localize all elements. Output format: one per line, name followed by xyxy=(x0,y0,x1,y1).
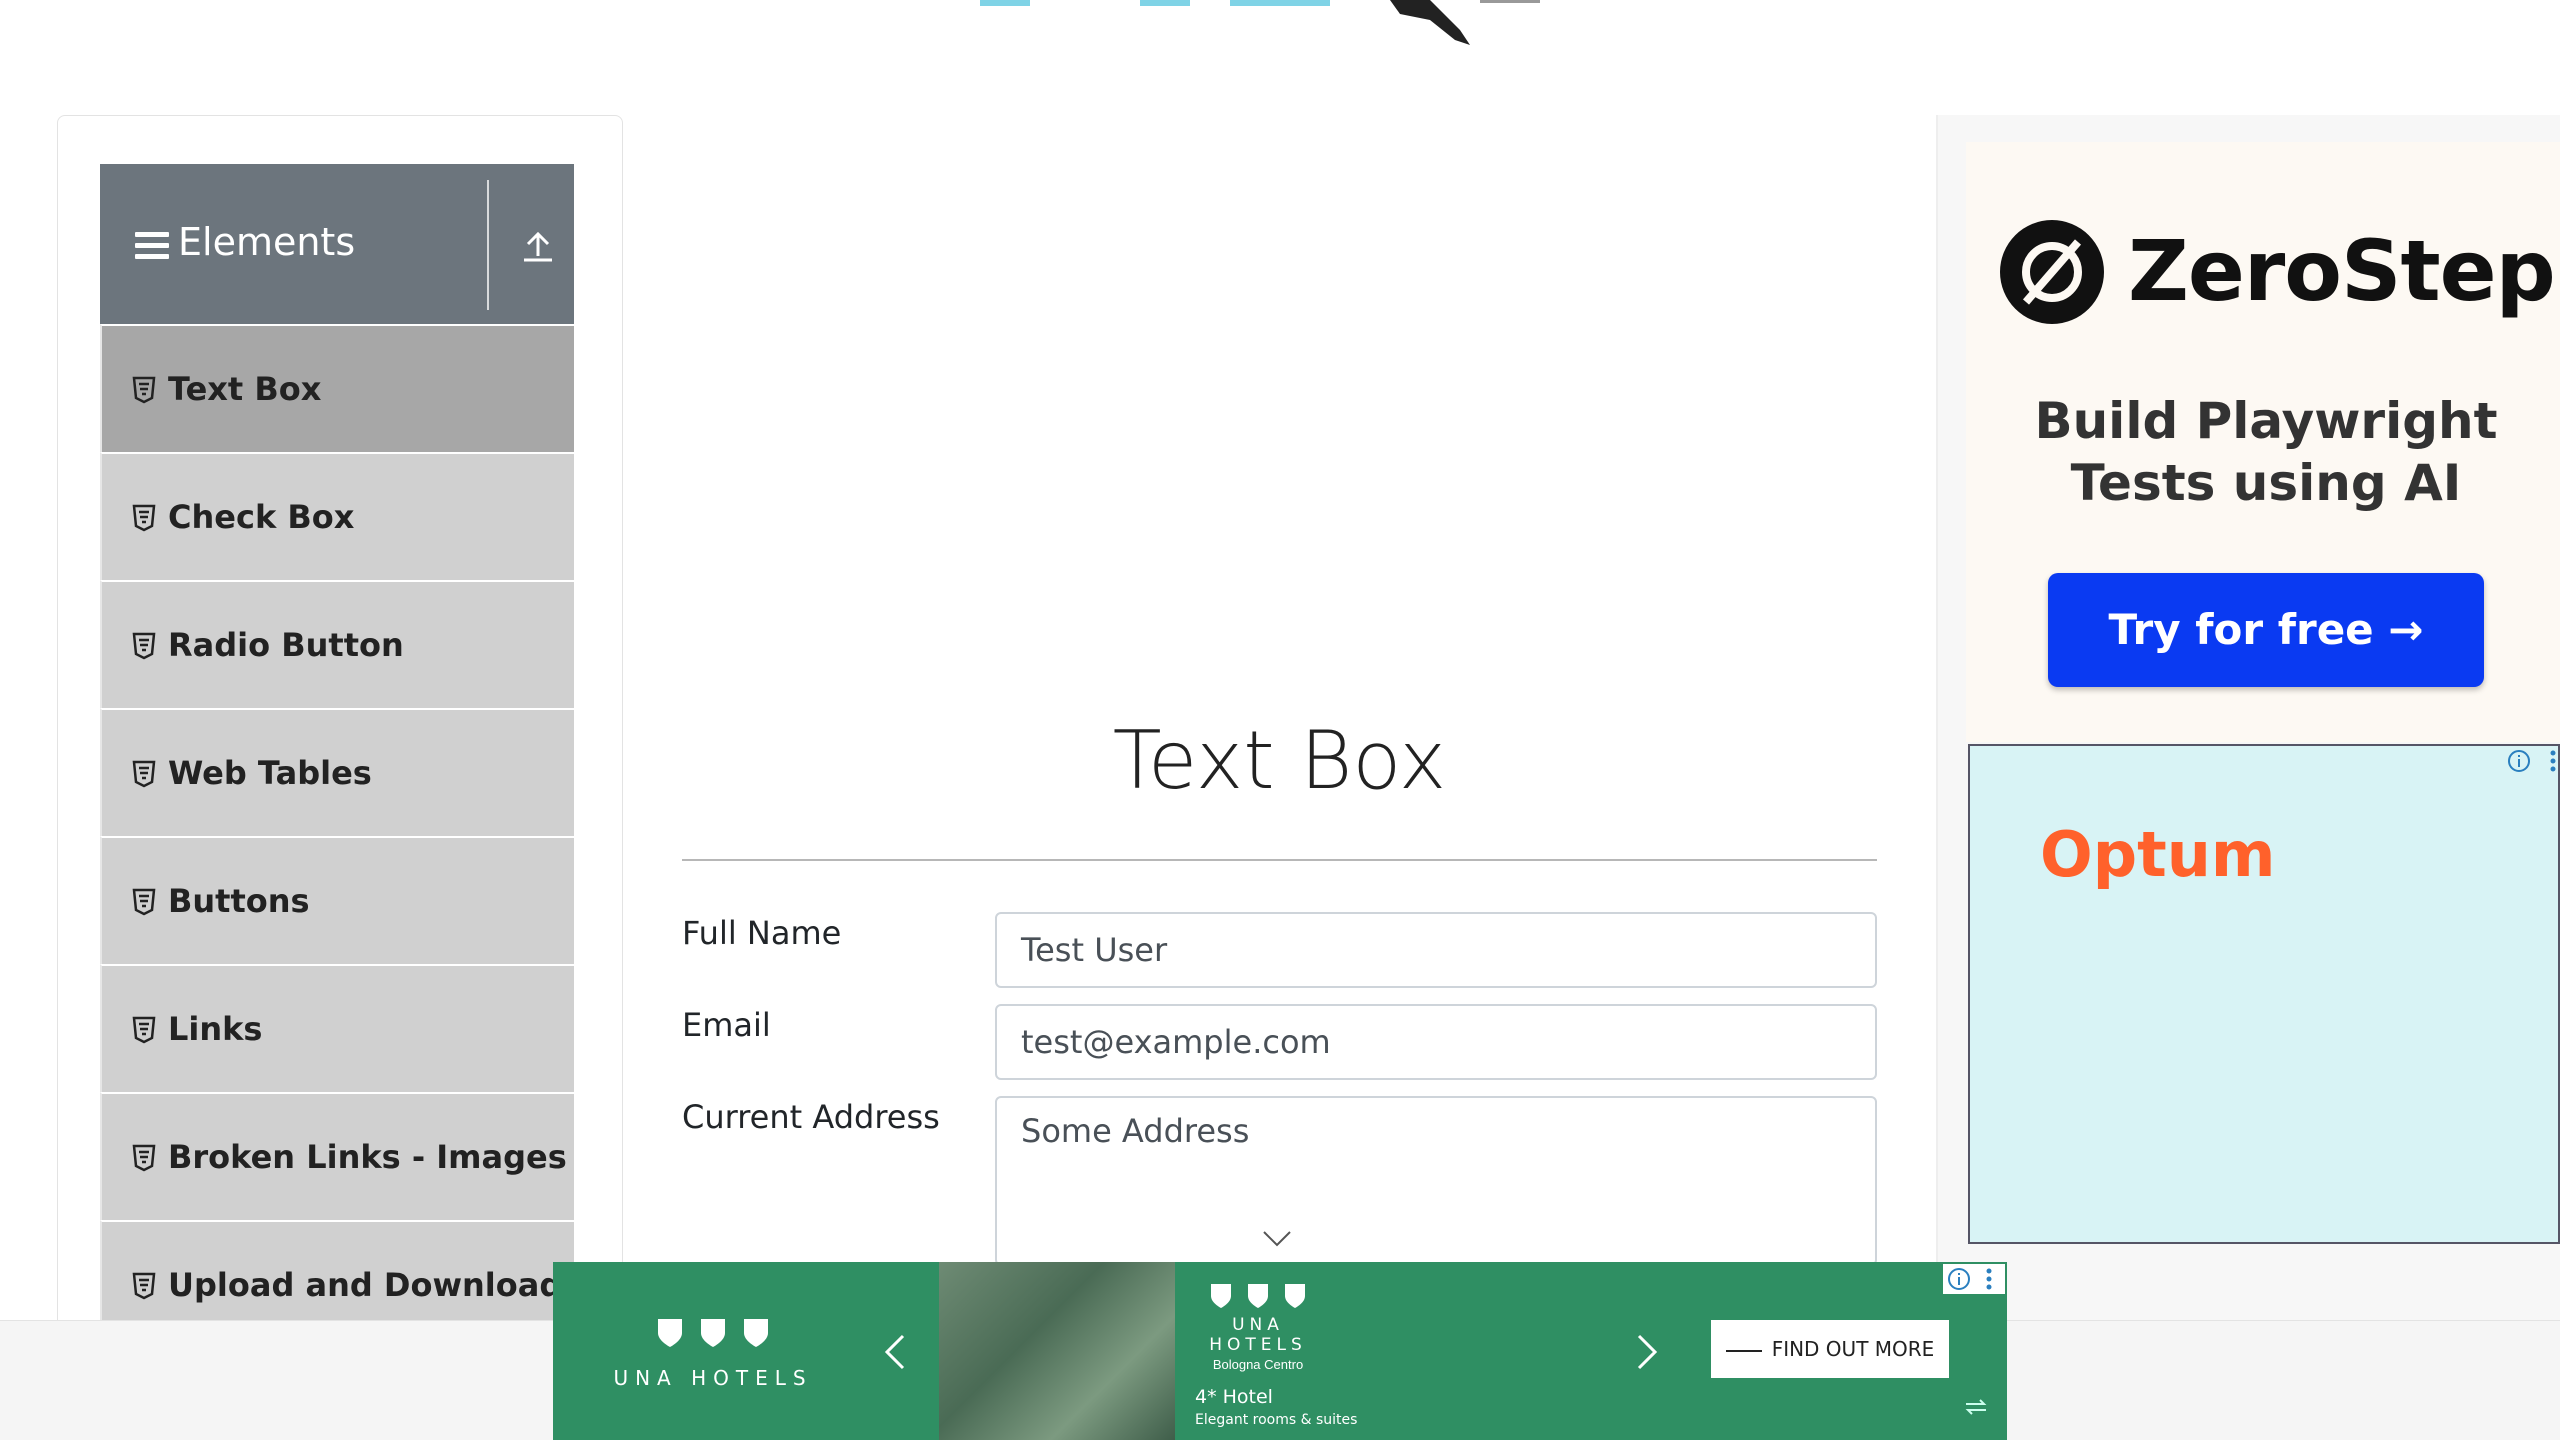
replay-icon[interactable] xyxy=(1961,1392,1991,1422)
hotel-description: Elegant rooms & suites xyxy=(1195,1412,1358,1428)
html5-icon xyxy=(132,760,156,788)
una-hotels-logo: UNA HOTELS xyxy=(613,1317,813,1390)
html5-icon xyxy=(132,888,156,916)
una-bologna-logo: UNA HOTELS Bologna Centro xyxy=(1183,1282,1333,1372)
una-city: Bologna Centro xyxy=(1212,1357,1304,1372)
ad-info-icon[interactable] xyxy=(2506,748,2532,774)
sidebar-item-radio-button[interactable]: Radio Button xyxy=(100,580,574,708)
current-address-textarea[interactable]: Some Address xyxy=(995,1096,1877,1266)
find-out-more-button[interactable]: FIND OUT MORE xyxy=(1711,1320,1949,1378)
ad-choices[interactable] xyxy=(1943,1264,2005,1294)
site-logo[interactable] xyxy=(960,0,1620,50)
chevron-right-icon[interactable] xyxy=(1635,1332,1659,1372)
hotel-stars: 4* Hotel xyxy=(1195,1386,1273,1408)
sidebar-item-label: Links xyxy=(168,1010,263,1048)
full-name-label: Full Name xyxy=(682,914,842,952)
una-shields-icon xyxy=(1211,1284,1305,1308)
find-out-more-label: FIND OUT MORE xyxy=(1771,1337,1935,1361)
upload-arrow-icon[interactable] xyxy=(520,228,556,264)
una-mid-brand: UNA HOTELS xyxy=(1209,1315,1307,1355)
html5-icon xyxy=(132,376,156,404)
sidebar-item-text-box[interactable]: Text Box xyxy=(100,324,574,452)
sidebar-item-label: Buttons xyxy=(168,882,310,920)
html5-icon xyxy=(132,504,156,532)
try-for-free-button[interactable]: Try for free → xyxy=(2048,573,2484,687)
html5-icon xyxy=(132,1144,156,1172)
sidebar-item-label: Web Tables xyxy=(168,754,372,792)
ad-menu-icon[interactable] xyxy=(2540,748,2560,774)
zerostep-tagline: Build Playwright Tests using AI xyxy=(1996,390,2536,514)
email-label: Email xyxy=(682,1006,771,1044)
dash-icon xyxy=(1725,1349,1762,1352)
sidebar-item-links[interactable]: Links xyxy=(100,964,574,1092)
zerostep-logo-icon xyxy=(2000,220,2104,324)
sidebar-item-label: Check Box xyxy=(168,498,355,536)
header-divider xyxy=(487,180,489,310)
hotel-room-image xyxy=(939,1262,1175,1440)
zerostep-brand: ZeroStep xyxy=(2128,222,2556,320)
sidebar-item-check-box[interactable]: Check Box xyxy=(100,452,574,580)
sidebar-item-label: Broken Links - Images xyxy=(168,1138,567,1176)
una-shields-icon xyxy=(658,1319,768,1347)
optum-logo: Optum xyxy=(2040,818,2276,891)
chevron-down-icon xyxy=(1263,1231,1291,1247)
group-title: Elements xyxy=(178,220,356,264)
title-divider xyxy=(682,859,1877,861)
html5-icon xyxy=(132,632,156,660)
ad-menu-icon[interactable] xyxy=(1976,1266,2002,1292)
zerostep-tagline-line1: Build Playwright xyxy=(2034,392,2498,450)
page-title: Text Box xyxy=(1112,714,1447,807)
hotel-info: 4* Hotel Elegant rooms & suites xyxy=(1195,1386,1357,1428)
current-address-label: Current Address xyxy=(682,1098,940,1136)
sidebar-item-web-tables[interactable]: Web Tables xyxy=(100,708,574,836)
elements-group-header[interactable]: Elements xyxy=(100,164,574,324)
html5-icon xyxy=(132,1272,156,1300)
sidebar-item-broken-links[interactable]: Broken Links - Images xyxy=(100,1092,574,1220)
una-brand-text: UNA HOTELS xyxy=(613,1366,813,1390)
full-name-input[interactable]: Test User xyxy=(995,912,1877,988)
ad-info-icon[interactable] xyxy=(1946,1266,1972,1292)
sidebar-item-label: Text Box xyxy=(168,370,322,408)
zerostep-tagline-line2: Tests using AI xyxy=(2070,454,2462,512)
una-hotels-ad[interactable]: UNA HOTELS UNA HOTELS Bologna Centro 4* … xyxy=(553,1262,2007,1440)
html5-icon xyxy=(132,1016,156,1044)
email-input[interactable]: test@example.com xyxy=(995,1004,1877,1080)
sidebar-item-label: Upload and Download xyxy=(168,1266,563,1304)
chevron-left-icon[interactable] xyxy=(883,1332,907,1372)
sidebar-item-buttons[interactable]: Buttons xyxy=(100,836,574,964)
sidebar-item-label: Radio Button xyxy=(168,626,404,664)
sidebar-menu: Text Box Check Box Radio Button Web Tabl… xyxy=(100,324,574,1348)
hamburger-icon xyxy=(135,232,169,260)
